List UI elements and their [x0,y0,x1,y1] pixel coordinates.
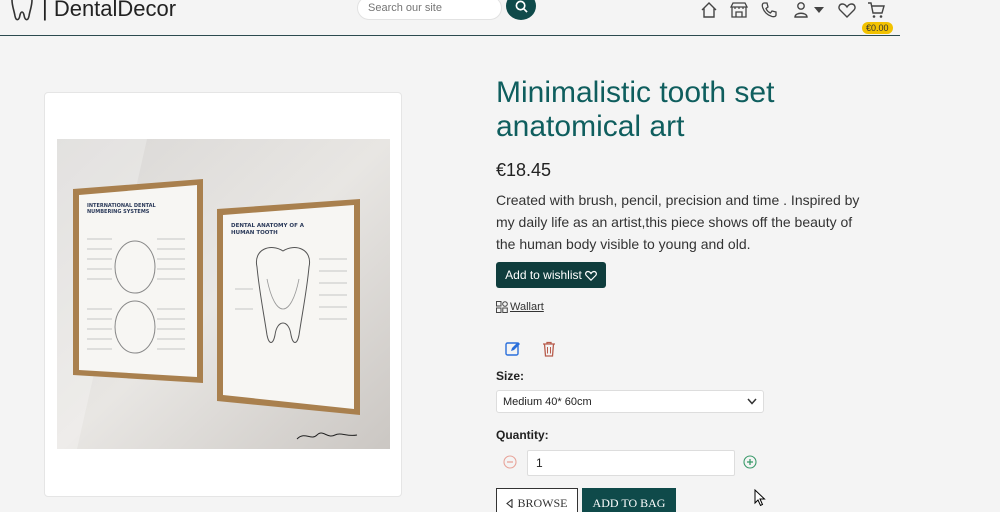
chevron-down-icon [814,7,824,13]
chevron-down-icon [747,398,757,405]
plus-circle-icon[interactable] [743,455,757,469]
poster-left-title: INTERNATIONAL DENTAL NUMBERING SYSTEMS [87,203,156,215]
heart-icon [584,270,597,281]
chevron-left-icon [506,498,514,508]
site-header: | DentalDecor Search our site €0.00 [0,0,900,36]
home-link[interactable] [699,0,719,20]
quantity-label: Quantity: [496,428,549,442]
brand-name: | DentalDecor [42,0,177,21]
minus-circle-icon[interactable] [503,455,517,469]
size-label: Size: [496,369,525,383]
search-icon [515,0,528,13]
brand-logo[interactable]: | DentalDecor [6,0,176,24]
size-selected-value: Medium 40* 60cm [503,395,592,408]
quantity-input[interactable] [527,450,735,476]
mouse-cursor-icon [754,489,766,507]
category-link[interactable]: Wallart [510,301,544,313]
add-to-wishlist-button[interactable]: Add to wishlist [496,262,606,288]
product-description: Created with brush, pencil, precision an… [496,192,860,252]
edit-icon[interactable] [505,341,521,357]
cart-icon [868,2,885,18]
search-input[interactable] [357,0,502,20]
trash-icon[interactable] [542,341,556,357]
store-icon [729,2,749,18]
store-link[interactable] [729,0,749,20]
category-icon [496,301,508,313]
tooth-logo-icon [11,0,33,21]
size-select[interactable]: Medium 40* 60cm [496,390,764,413]
wishlist-link[interactable] [837,0,857,20]
browse-button[interactable]: BROWSE [496,488,578,512]
product-image[interactable]: INTERNATIONAL DENTAL NUMBERING SYSTEMS D… [57,139,390,449]
browse-button-label: BROWSE [517,495,568,510]
account-menu[interactable] [789,0,829,20]
user-icon [794,2,808,18]
heart-icon [838,3,856,18]
add-to-bag-button[interactable]: ADD TO BAG [582,488,676,512]
phone-icon [761,2,777,18]
cart-total-badge: €0.00 [862,22,893,34]
search-button[interactable] [506,0,536,20]
product-price: €18.45 [496,160,552,180]
poster-right-title: DENTAL ANATOMY OF A HUMAN TOOTH [231,223,305,236]
product-category: Wallart [496,301,544,313]
contact-link[interactable] [759,0,779,20]
wishlist-button-label: Add to wishlist [505,268,582,282]
product-photo-scene: INTERNATIONAL DENTAL NUMBERING SYSTEMS D… [57,139,390,449]
home-icon [701,2,717,18]
cart-link[interactable] [866,0,886,20]
product-title: Minimalistic tooth set anatomical art [496,76,775,143]
